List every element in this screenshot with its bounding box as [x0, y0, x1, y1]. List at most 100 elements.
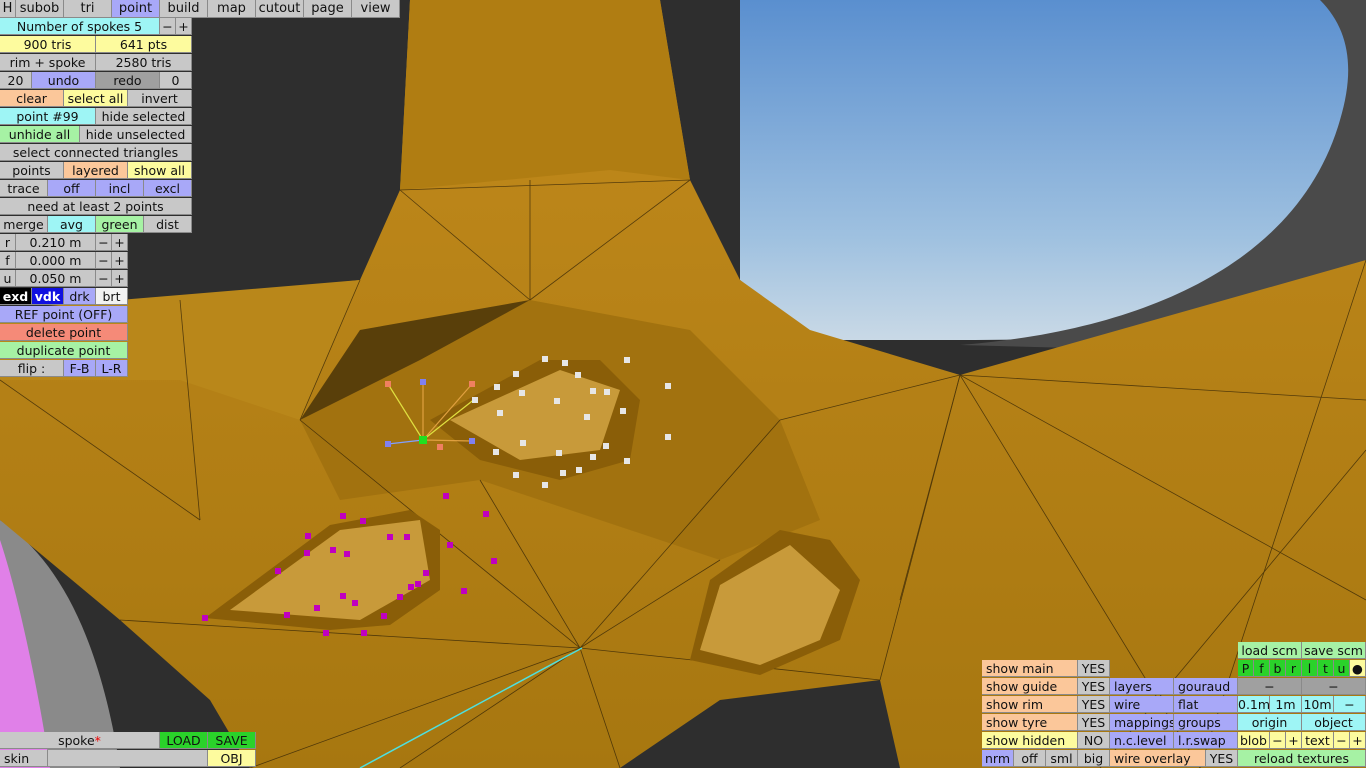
ref-point-button[interactable]: REF point (OFF) — [0, 306, 128, 323]
obj-button[interactable]: OBJ — [208, 750, 256, 767]
menu-view[interactable]: view — [352, 0, 400, 18]
shade-exd-button[interactable]: exd — [0, 288, 32, 305]
point-size-big-button[interactable]: big — [1078, 750, 1110, 767]
point-size-sml-button[interactable]: sml — [1046, 750, 1078, 767]
view-p-button[interactable]: P — [1238, 660, 1254, 677]
invert-button[interactable]: invert — [128, 90, 192, 107]
view-f-button[interactable]: f — [1254, 660, 1270, 677]
u-minus-button[interactable]: − — [96, 270, 112, 287]
menu-map[interactable]: map — [208, 0, 256, 18]
nc-level-button[interactable]: n.c.level — [1110, 732, 1174, 749]
gouraud-button[interactable]: gouraud — [1174, 678, 1238, 695]
text-plus-button[interactable]: + — [1350, 732, 1366, 749]
show-hidden-toggle[interactable]: show hidden — [982, 732, 1078, 749]
redo-button[interactable]: redo — [96, 72, 160, 89]
blob-plus-button[interactable]: + — [1286, 732, 1302, 749]
spokes-plus-button[interactable]: + — [176, 18, 192, 35]
show-rim-toggle[interactable]: show rim — [982, 696, 1078, 713]
lr-swap-button[interactable]: l.r.swap — [1174, 732, 1238, 749]
view-dot-button[interactable]: ● — [1350, 660, 1366, 677]
view-b-button[interactable]: b — [1270, 660, 1286, 677]
show-main-value[interactable]: YES — [1078, 660, 1110, 677]
groups-button[interactable]: groups — [1174, 714, 1238, 731]
delete-point-button[interactable]: delete point — [0, 324, 128, 341]
r-value[interactable]: 0.210 m — [16, 234, 96, 251]
f-value[interactable]: 0.000 m — [16, 252, 96, 269]
shade-drk-button[interactable]: drk — [64, 288, 96, 305]
zoom-out-left-button[interactable]: − — [1238, 678, 1302, 695]
select-connected-button[interactable]: select connected triangles — [0, 144, 192, 161]
show-guide-toggle[interactable]: show guide — [982, 678, 1078, 695]
shade-vdk-button[interactable]: vdk — [32, 288, 64, 305]
duplicate-point-button[interactable]: duplicate point — [0, 342, 128, 359]
menu-point[interactable]: point — [112, 0, 160, 18]
load-button[interactable]: LOAD — [160, 732, 208, 749]
zoom-out-right-button[interactable]: − — [1302, 678, 1366, 695]
view-u-button[interactable]: u — [1334, 660, 1350, 677]
f-minus-button[interactable]: − — [96, 252, 112, 269]
show-tyre-toggle[interactable]: show tyre — [982, 714, 1078, 731]
flip-fb-button[interactable]: F-B — [64, 360, 96, 377]
menu-tri[interactable]: tri — [64, 0, 112, 18]
r-minus-button[interactable]: − — [96, 234, 112, 251]
trace-incl-button[interactable]: incl — [96, 180, 144, 197]
skin-field[interactable] — [48, 750, 208, 767]
menu-h[interactable]: H — [0, 0, 16, 18]
dist-button[interactable]: dist — [144, 216, 192, 233]
layered-button[interactable]: layered — [64, 162, 128, 179]
wire-overlay-toggle[interactable]: wire overlay — [1110, 750, 1206, 767]
points-button[interactable]: points — [0, 162, 64, 179]
point-size-nrm-button[interactable]: nrm — [982, 750, 1014, 767]
menu-cutout[interactable]: cutout — [256, 0, 304, 18]
step-1m-button[interactable]: 1m — [1270, 696, 1302, 713]
point-size-off-button[interactable]: off — [1014, 750, 1046, 767]
select-all-button[interactable]: select all — [64, 90, 128, 107]
trace-excl-button[interactable]: excl — [144, 180, 192, 197]
flip-lr-button[interactable]: L-R — [96, 360, 128, 377]
save-scm-button[interactable]: save scm — [1302, 642, 1366, 659]
mappings-button[interactable]: mappings — [1110, 714, 1174, 731]
flat-button[interactable]: flat — [1174, 696, 1238, 713]
load-scm-button[interactable]: load scm — [1238, 642, 1302, 659]
layers-button[interactable]: layers — [1110, 678, 1174, 695]
show-main-toggle[interactable]: show main — [982, 660, 1078, 677]
view-r-button[interactable]: r — [1286, 660, 1302, 677]
save-button[interactable]: SAVE — [208, 732, 256, 749]
reload-textures-button[interactable]: reload textures — [1238, 750, 1366, 767]
f-plus-button[interactable]: + — [112, 252, 128, 269]
text-minus-button[interactable]: − — [1334, 732, 1350, 749]
r-plus-button[interactable]: + — [112, 234, 128, 251]
u-value[interactable]: 0.050 m — [16, 270, 96, 287]
hide-unselected-button[interactable]: hide unselected — [80, 126, 192, 143]
step-10m-button[interactable]: 10m — [1302, 696, 1334, 713]
origin-button[interactable]: origin — [1238, 714, 1302, 731]
menu-page[interactable]: page — [304, 0, 352, 18]
spokes-minus-button[interactable]: − — [160, 18, 176, 35]
view-t-button[interactable]: t — [1318, 660, 1334, 677]
wire-overlay-value[interactable]: YES — [1206, 750, 1238, 767]
step-minus-button[interactable]: − — [1334, 696, 1366, 713]
show-all-button[interactable]: show all — [128, 162, 192, 179]
trace-off-button[interactable]: off — [48, 180, 96, 197]
unhide-all-button[interactable]: unhide all — [0, 126, 80, 143]
blob-minus-button[interactable]: − — [1270, 732, 1286, 749]
merge-button[interactable]: merge — [0, 216, 48, 233]
show-tyre-value[interactable]: YES — [1078, 714, 1110, 731]
3d-viewport[interactable] — [0, 0, 1366, 768]
green-button[interactable]: green — [96, 216, 144, 233]
shade-brt-button[interactable]: brt — [96, 288, 128, 305]
wire-button[interactable]: wire — [1110, 696, 1174, 713]
step-01m-button[interactable]: 0.1m — [1238, 696, 1270, 713]
view-l-button[interactable]: l — [1302, 660, 1318, 677]
show-hidden-value[interactable]: NO — [1078, 732, 1110, 749]
show-guide-value[interactable]: YES — [1078, 678, 1110, 695]
show-rim-value[interactable]: YES — [1078, 696, 1110, 713]
object-button[interactable]: object — [1302, 714, 1366, 731]
u-plus-button[interactable]: + — [112, 270, 128, 287]
undo-button[interactable]: undo — [32, 72, 96, 89]
menu-subob[interactable]: subob — [16, 0, 64, 18]
clear-button[interactable]: clear — [0, 90, 64, 107]
menu-build[interactable]: build — [160, 0, 208, 18]
avg-button[interactable]: avg — [48, 216, 96, 233]
hide-selected-button[interactable]: hide selected — [96, 108, 192, 125]
